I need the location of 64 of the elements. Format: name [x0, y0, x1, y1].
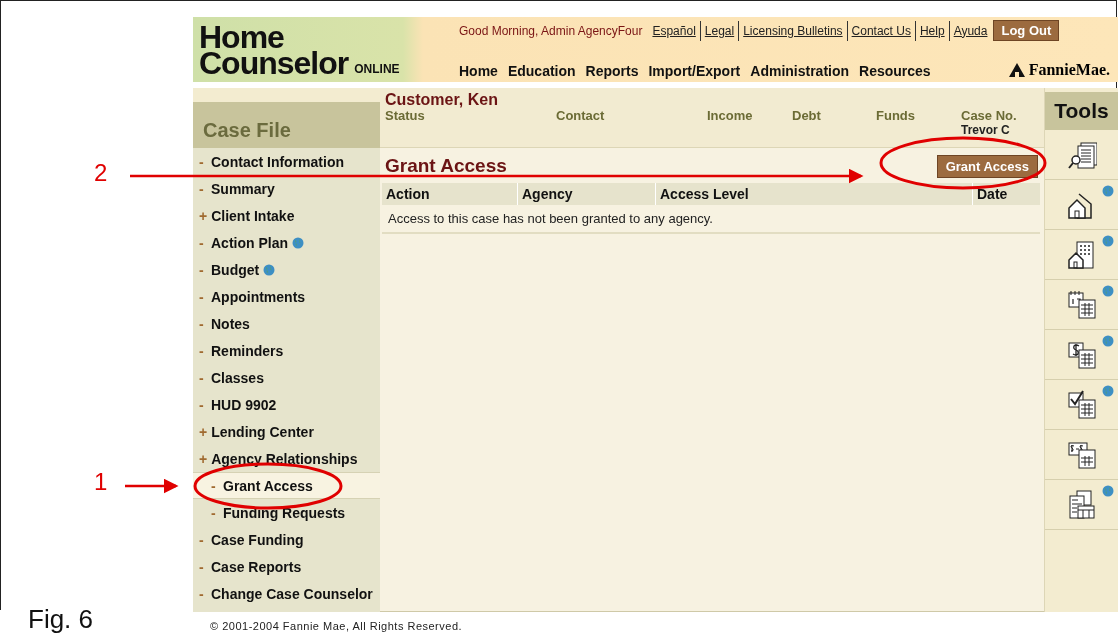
nav-link[interactable]: Home: [459, 63, 498, 79]
brand-name: FannieMae.: [1028, 61, 1110, 79]
empty-message: Access to this case has not been granted to any agency.: [382, 205, 1040, 234]
header-link[interactable]: Contact Us: [846, 20, 915, 41]
grant-access-button[interactable]: Grant Access: [936, 154, 1038, 178]
sidebar-item[interactable]: - Notes: [199, 316, 250, 332]
field-label: Contact: [556, 108, 606, 123]
sidebar-item[interactable]: - Action Plan: [199, 235, 304, 251]
field-label: Case No.: [961, 108, 1018, 123]
field-label: Income: [707, 108, 754, 123]
sidebar-item[interactable]: + Agency Relationships: [199, 451, 358, 467]
field-label: Status: [385, 108, 426, 123]
nav-link[interactable]: Administration: [750, 63, 850, 79]
sidebar-item[interactable]: - Contact Information: [199, 154, 344, 170]
field-label: Debt: [792, 108, 822, 123]
logo-text: Home: [199, 23, 284, 50]
field-label: Funds: [876, 108, 916, 123]
sidebar-item[interactable]: - Summary: [199, 181, 275, 197]
header-link[interactable]: Ayuda: [948, 20, 992, 41]
document-search-icon[interactable]: [1066, 139, 1097, 170]
logout-button[interactable]: Log Out: [993, 20, 1060, 41]
sidebar-item[interactable]: + Client Intake: [199, 208, 295, 224]
nav-link[interactable]: Reports: [585, 63, 639, 79]
callout-number: 1: [94, 468, 108, 496]
sidebar-item[interactable]: - HUD 9902: [199, 397, 277, 413]
column-header: Access Level: [655, 183, 972, 205]
header-link[interactable]: Licensing Bulletins: [738, 20, 847, 41]
sidebar-item[interactable]: - Case Funding: [199, 532, 304, 548]
building-house-icon[interactable]: [1066, 239, 1097, 270]
field-value: Trevor C: [961, 123, 1011, 137]
calendar-grid-icon[interactable]: [1066, 289, 1097, 320]
header-link[interactable]: Español: [648, 20, 700, 41]
dollar-grid-icon[interactable]: [1066, 339, 1097, 370]
sidebar-item[interactable]: - Change Case Counselor: [199, 586, 373, 602]
sidebar-item[interactable]: - Classes: [199, 370, 264, 386]
header-link[interactable]: Legal: [699, 20, 739, 41]
callout-arrow: [125, 478, 179, 494]
nav-link[interactable]: Import/Export: [648, 63, 741, 79]
section-title: Grant Access: [385, 155, 507, 177]
sidebar-item[interactable]: - Funding Requests: [211, 505, 346, 521]
logo-suffix: ONLINE: [354, 61, 400, 76]
sidebar-item[interactable]: - Appointments: [199, 289, 306, 305]
house-logo-icon: [1007, 62, 1026, 78]
sidebar-item[interactable]: - Case Reports: [199, 559, 302, 575]
sidebar-item[interactable]: - Reminders: [199, 343, 284, 359]
forms-icon[interactable]: [1066, 489, 1097, 520]
column-header: Agency: [517, 183, 655, 205]
nav-link[interactable]: Education: [507, 63, 576, 79]
callout-number: 2: [94, 159, 108, 187]
dollar-exchange-icon[interactable]: [1066, 439, 1097, 470]
greeting-text: Good Morning, Admin AgencyFour: [459, 23, 643, 38]
panel-title: Tools: [1045, 92, 1118, 130]
column-header: Action: [385, 185, 431, 204]
customer-name: Customer, Ken: [385, 92, 499, 108]
figure-label: Fig. 6: [28, 604, 94, 635]
column-header: Date: [972, 183, 1040, 205]
nav-link[interactable]: Resources: [859, 63, 931, 79]
logo-text: Counselor: [199, 49, 349, 76]
header-link[interactable]: Help: [914, 20, 949, 41]
sidebar-item[interactable]: + Lending Center: [199, 424, 314, 440]
checkmark-grid-icon[interactable]: [1066, 389, 1097, 420]
panel-title: Case File: [203, 119, 291, 142]
copyright-text: © 2001-2004 Fannie Mae, All Rights Reserved.: [210, 620, 463, 632]
sidebar-item[interactable]: - Budget: [199, 262, 276, 278]
